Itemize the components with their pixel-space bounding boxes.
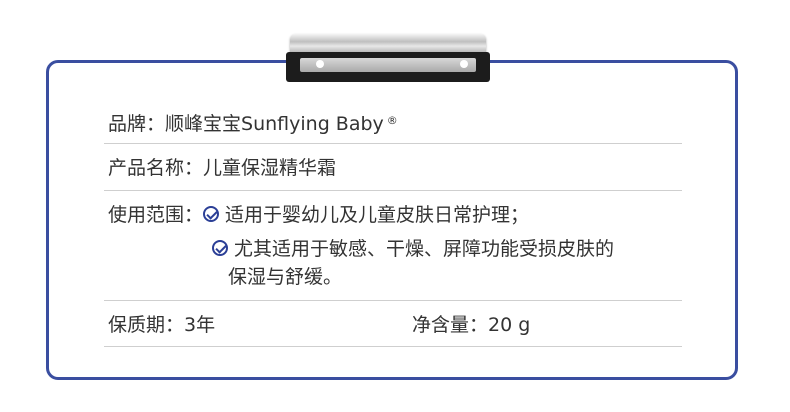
brand-label: 品牌： — [108, 113, 166, 135]
net-content-value: 20 g — [488, 314, 531, 336]
product-label: 产品名称： — [108, 157, 204, 179]
clip-hole — [316, 60, 324, 68]
product-name-row: 产品名称：儿童保湿精华霜 — [108, 155, 336, 181]
usage-item-2-line2: 保湿与舒缓。 — [228, 266, 343, 288]
net-content-label: 净含量： — [412, 314, 489, 336]
shelf-life-value: 3年 — [184, 314, 216, 336]
shelf-life-row: 保质期：3年 — [108, 312, 215, 338]
clip-slot — [300, 58, 476, 72]
registered-mark: ® — [386, 114, 398, 127]
usage-label: 使用范围： — [108, 204, 204, 226]
divider — [104, 143, 682, 144]
net-content-row: 净含量：20 g — [412, 312, 530, 338]
usage-item-2-row: 尤其适用于敏感、干燥、屏障功能受损皮肤的 — [212, 236, 614, 262]
shelf-life-label: 保质期： — [108, 314, 185, 336]
check-circle-icon — [212, 240, 228, 256]
divider — [104, 190, 682, 191]
clip-hole — [460, 60, 468, 68]
usage-item-2-line2-row: 保湿与舒缓。 — [228, 264, 342, 290]
brand-value: 顺峰宝宝Sunflying Baby — [165, 113, 384, 135]
divider — [104, 300, 682, 301]
usage-item-1: 适用于婴幼儿及儿童皮肤日常护理； — [225, 204, 530, 226]
usage-item-2-line1: 尤其适用于敏感、干燥、屏障功能受损皮肤的 — [234, 238, 615, 260]
product-value: 儿童保湿精华霜 — [203, 157, 337, 179]
usage-row: 使用范围： 适用于婴幼儿及儿童皮肤日常护理； — [108, 202, 529, 228]
divider — [104, 346, 682, 347]
check-circle-icon — [203, 206, 220, 222]
brand-row: 品牌：顺峰宝宝Sunflying Baby ® — [108, 108, 398, 137]
